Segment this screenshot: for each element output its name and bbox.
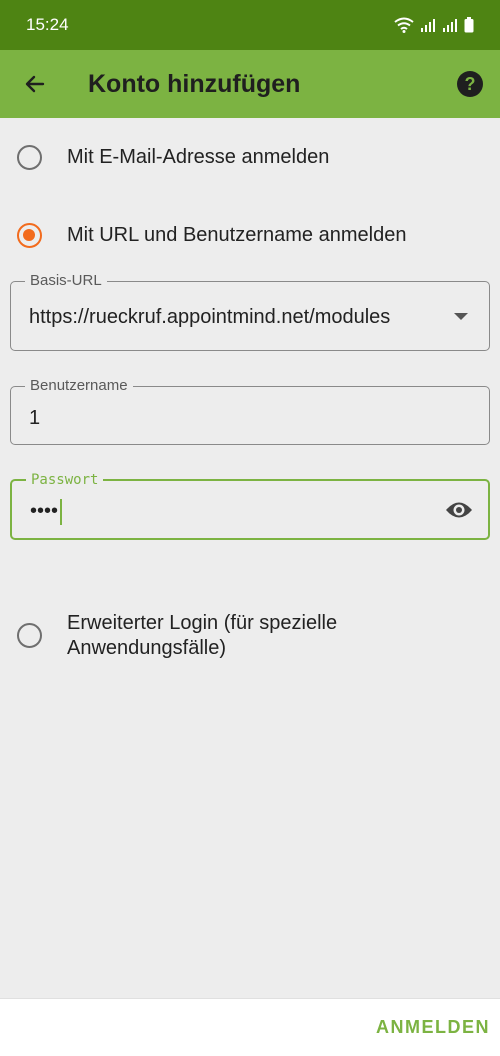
option-advanced-label: Erweiterter Login (für spezielle Anwendu… — [67, 611, 337, 661]
radio-url[interactable] — [17, 223, 42, 248]
base-url-value: https://rueckruf.appointmind.net/modules — [29, 306, 391, 328]
bottom-bar: ANMELDEN — [0, 998, 500, 1056]
base-url-label: Basis-URL — [25, 272, 107, 290]
status-bar: 15:24 — [0, 0, 500, 50]
wifi-icon — [394, 17, 414, 33]
battery-icon — [464, 17, 474, 33]
help-icon: ? — [457, 71, 483, 97]
dropdown-arrow-icon[interactable] — [454, 313, 468, 320]
password-value-wrap: •••• — [30, 498, 410, 525]
back-button[interactable] — [0, 50, 70, 118]
page-title: Konto hinzufügen — [88, 69, 301, 98]
help-button[interactable]: ? — [440, 50, 500, 118]
option-advanced-line2: Anwendungsfälle) — [67, 637, 226, 659]
arrow-left-icon — [25, 75, 45, 93]
eye-icon — [446, 502, 472, 518]
radio-advanced[interactable] — [17, 623, 42, 648]
username-value: 1 — [29, 407, 41, 429]
option-url-row[interactable]: Mit URL und Benutzername anmelden — [0, 223, 500, 248]
option-url-label: Mit URL und Benutzername anmelden — [67, 224, 407, 246]
text-cursor — [60, 498, 63, 525]
option-email-row[interactable]: Mit E-Mail-Adresse anmelden — [0, 145, 500, 170]
password-label: Passwort — [26, 471, 104, 489]
login-button[interactable]: ANMELDEN — [376, 1017, 490, 1038]
status-icons — [394, 17, 474, 33]
option-advanced-row[interactable]: Erweiterter Login (für spezielle Anwendu… — [0, 611, 500, 661]
username-field[interactable]: Benutzername 1 — [10, 377, 490, 445]
username-label: Benutzername — [25, 377, 133, 395]
signal-icon-2 — [443, 19, 457, 32]
option-advanced-line1: Erweiterter Login (für spezielle — [67, 612, 338, 634]
password-value: •••• — [30, 500, 59, 522]
base-url-field[interactable]: Basis-URL https://rueckruf.appointmind.n… — [10, 272, 490, 351]
toggle-visibility-button[interactable] — [444, 495, 474, 525]
option-email-label: Mit E-Mail-Adresse anmelden — [67, 146, 330, 168]
app-bar: Konto hinzufügen ? — [0, 50, 500, 118]
status-time: 15:24 — [26, 15, 69, 34]
radio-email[interactable] — [17, 145, 42, 170]
signal-icon — [421, 19, 435, 32]
password-field[interactable]: Passwort •••• — [10, 471, 490, 540]
